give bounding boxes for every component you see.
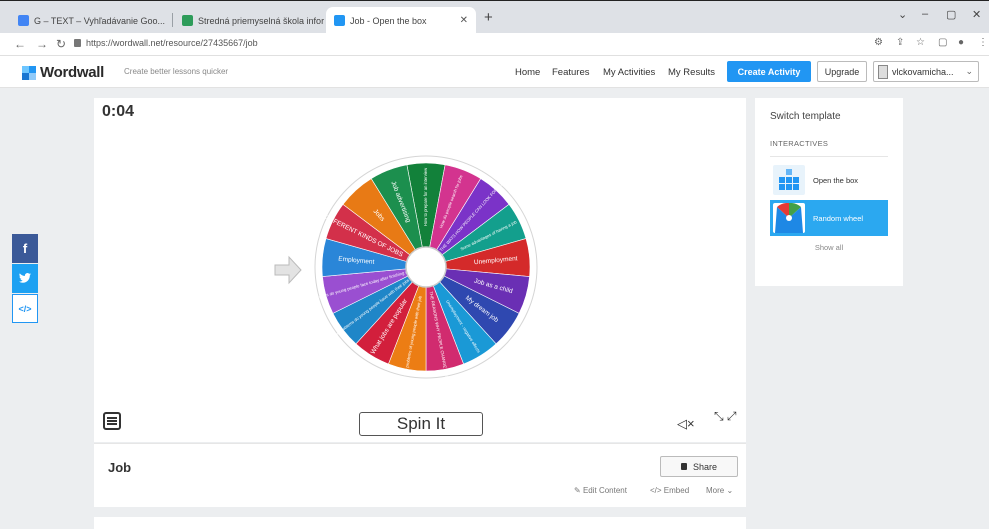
close-tab-icon[interactable]: ✕: [165, 15, 170, 26]
user-name: vlckovamicha...: [892, 66, 954, 77]
wheel-hub: [405, 246, 447, 288]
tab-title: G – TEXT – Vyhľadávanie Goo...: [34, 15, 166, 26]
avatar: [878, 64, 888, 79]
address-bar: ← → ↻ https://wordwall.net/resource/2743…: [0, 33, 989, 56]
logo-text: Wordwall: [40, 64, 104, 81]
share-page-icon[interactable]: ⇪: [896, 37, 904, 48]
share-button[interactable]: Share: [660, 456, 738, 477]
forward-icon[interactable]: →: [36, 37, 48, 51]
minimize-button[interactable]: –: [922, 8, 928, 20]
tab-wordwall[interactable]: Job - Open the box ✕: [326, 7, 476, 34]
tab-title: Job - Open the box: [350, 15, 427, 26]
embed-label: Embed: [663, 486, 690, 495]
chevron-down-icon: ⌄: [965, 66, 973, 76]
restore-button[interactable]: ▢: [946, 8, 956, 21]
activity-info: Job Share ✎ Edit Content </> Embed More …: [94, 443, 746, 507]
embed-share-button[interactable]: </>: [12, 294, 38, 323]
bookmark-star-icon[interactable]: ☆: [916, 37, 925, 48]
school-icon: [182, 15, 193, 26]
site-header: Wordwall Create better lessons quicker H…: [0, 56, 989, 88]
nav-home[interactable]: Home: [515, 67, 540, 78]
nav-features[interactable]: Features: [552, 67, 590, 78]
wheel-segment-label: How to prepare for an interview: [423, 167, 428, 226]
url-field[interactable]: https://wordwall.net/resource/27435667/j…: [86, 38, 258, 48]
lock-icon: [74, 39, 81, 47]
spin-button[interactable]: Spin It: [359, 412, 483, 436]
user-menu-button[interactable]: vlckovamicha... ⌄: [873, 61, 979, 82]
template-label: Random wheel: [813, 213, 864, 223]
google-icon: [18, 15, 29, 26]
menu-line: [107, 423, 117, 425]
nav-my-activities[interactable]: My Activities: [603, 67, 655, 78]
template-label: Open the box: [813, 175, 859, 185]
next-section: [94, 517, 746, 529]
activity-title: Job: [108, 460, 132, 475]
more-link[interactable]: More ⌄: [706, 486, 733, 495]
share-label: Share: [692, 461, 718, 472]
tab-school[interactable]: Stredná priemyselná škola inform... ✕: [174, 7, 324, 34]
close-tab-icon[interactable]: ✕: [454, 15, 468, 26]
template-random-wheel[interactable]: Random wheel: [770, 200, 888, 236]
wordwall-icon: [334, 15, 345, 26]
logo-icon: [22, 65, 36, 80]
menu-line: [107, 420, 117, 422]
reload-icon[interactable]: ↻: [56, 37, 66, 51]
profile-icon[interactable]: ●: [958, 37, 964, 48]
edit-content-link[interactable]: ✎ Edit Content: [574, 486, 627, 495]
embed-link[interactable]: </> Embed: [650, 486, 689, 495]
facebook-share-button[interactable]: f: [12, 234, 38, 263]
facebook-icon: f: [22, 241, 28, 256]
random-wheel[interactable]: How to prepare for an interview How do pe…: [310, 151, 542, 383]
close-window-button[interactable]: ✕: [972, 8, 981, 21]
switch-template-title: Switch template: [770, 111, 841, 122]
sidebar-icon[interactable]: ▢: [938, 37, 947, 48]
twitter-share-button[interactable]: [12, 264, 38, 293]
divider: [770, 156, 888, 157]
section-label: INTERACTIVES: [770, 139, 829, 148]
show-all-link[interactable]: Show all: [755, 243, 903, 252]
tab-google[interactable]: G – TEXT – Vyhľadávanie Goo... ✕: [10, 7, 170, 34]
open-box-icon: [773, 165, 805, 195]
tab-search-icon[interactable]: ⌄: [898, 8, 907, 21]
tab-title: Stredná priemyselná škola inform...: [198, 15, 324, 26]
nav-my-results[interactable]: My Results: [668, 67, 715, 78]
tab-separator: [172, 13, 173, 27]
sound-off-icon[interactable]: ◁×: [677, 416, 695, 432]
browser-tab-bar: G – TEXT – Vyhľadávanie Goo... ✕ Stredná…: [0, 0, 989, 34]
edit-content-label: Edit Content: [582, 486, 627, 495]
embed-code-icon: </>: [18, 303, 32, 314]
random-wheel-icon: [773, 202, 805, 233]
new-tab-button[interactable]: +: [484, 9, 493, 26]
fullscreen-icon[interactable]: ⤡ ⤢: [714, 410, 737, 422]
wordwall-logo[interactable]: Wordwall: [22, 64, 104, 81]
back-icon[interactable]: ←: [14, 37, 26, 51]
menu-line: [107, 417, 117, 419]
translate-icon[interactable]: ⚙: [874, 37, 883, 48]
template-open-the-box[interactable]: Open the box: [770, 162, 888, 198]
tagline: Create better lessons quicker: [124, 67, 229, 76]
create-activity-button[interactable]: Create Activity: [727, 61, 811, 82]
activity-player: 0:04 How to prepare for an interview How …: [94, 98, 746, 442]
lock-icon: [680, 463, 687, 470]
menu-button[interactable]: [103, 412, 121, 430]
pencil-icon: ✎: [574, 486, 583, 495]
embed-code-icon: </>: [650, 486, 664, 495]
wheel-pointer-icon: [274, 255, 302, 285]
menu-dots-icon[interactable]: ⋮: [978, 37, 988, 48]
timer: 0:04: [102, 103, 135, 120]
switch-template-panel: Switch template INTERACTIVES Open the bo…: [755, 98, 903, 286]
upgrade-button[interactable]: Upgrade: [817, 61, 867, 82]
twitter-icon: [19, 271, 31, 286]
